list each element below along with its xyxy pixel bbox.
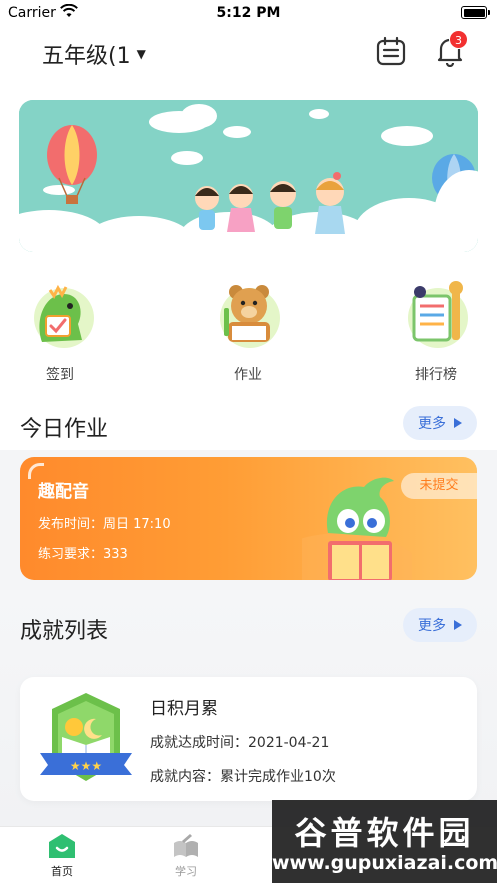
achievement-time: 成就达成时间：2021-04-21 — [150, 735, 330, 751]
quick-item-ranking[interactable]: 排行榜 — [391, 278, 481, 384]
notification-badge: 3 — [449, 30, 468, 49]
calendar-icon[interactable] — [376, 36, 406, 66]
quick-item-homework[interactable]: 作业 — [203, 278, 293, 384]
play-arrow-icon — [454, 418, 462, 428]
achievement-name: 日积月累 — [150, 699, 218, 719]
homework-card[interactable]: 趣配音 发布时间：周日 17:10 练习要求：333 未提交 — [20, 457, 477, 580]
achievement-card[interactable]: ★★★ 日积月累 成就达成时间：2021-04-21 成就内容：累计完成作业10… — [20, 677, 477, 801]
battery-icon — [461, 6, 490, 19]
caret-down-icon: ▼ — [136, 47, 146, 61]
giraffe-ranking-icon — [400, 278, 472, 350]
more-label: 更多 — [418, 618, 446, 634]
homework-publish-time: 发布时间：周日 17:10 — [38, 517, 171, 532]
more-label: 更多 — [418, 416, 446, 432]
watermark-title: 谷普软件园 — [294, 814, 475, 852]
quick-item-checkin[interactable]: 签到 — [15, 278, 105, 384]
dinosaur-checkin-icon — [24, 278, 96, 350]
watermark: 谷普软件园 www.gupuxiazai.com — [272, 800, 497, 883]
svg-text:★★★: ★★★ — [70, 759, 102, 773]
homework-section-title: 今日作业 — [20, 417, 109, 442]
achievements-more-button[interactable]: 更多 — [403, 608, 477, 642]
quick-item-label: 排行榜 — [415, 367, 457, 383]
achievement-content: 成就内容：累计完成作业10次 — [150, 769, 336, 785]
watermark-url: www.gupuxiazai.com — [272, 852, 497, 874]
tab-home[interactable]: 首页 — [27, 833, 97, 879]
homework-title: 趣配音 — [38, 482, 89, 502]
homework-status-badge: 未提交 — [401, 473, 477, 499]
homework-requirement: 练习要求：333 — [38, 547, 128, 562]
play-arrow-icon — [454, 620, 462, 630]
clock: 5:12 PM — [216, 5, 281, 21]
medal-icon: ★★★ — [38, 691, 134, 787]
tab-study[interactable]: 学习 — [151, 833, 221, 879]
quick-nav: 签到 作业 排行榜 — [0, 278, 497, 388]
tab-label: 首页 — [51, 865, 73, 878]
study-icon — [172, 833, 200, 859]
reading-mascot-icon — [302, 477, 412, 580]
tab-label: 学习 — [175, 865, 197, 878]
achievements-section-title: 成就列表 — [20, 619, 109, 644]
banner[interactable] — [19, 100, 478, 252]
class-selector[interactable]: 五年级(1 ▼ — [42, 38, 146, 70]
header: 五年级(1 ▼ 3 — [0, 26, 497, 90]
bear-homework-icon — [212, 278, 284, 350]
class-name: 五年级(1 — [42, 44, 131, 69]
home-icon — [48, 833, 76, 859]
quick-item-label: 作业 — [234, 367, 262, 383]
homework-more-button[interactable]: 更多 — [403, 406, 477, 440]
status-bar: Carrier 5:12 PM — [0, 0, 497, 26]
quick-item-label: 签到 — [46, 367, 74, 383]
